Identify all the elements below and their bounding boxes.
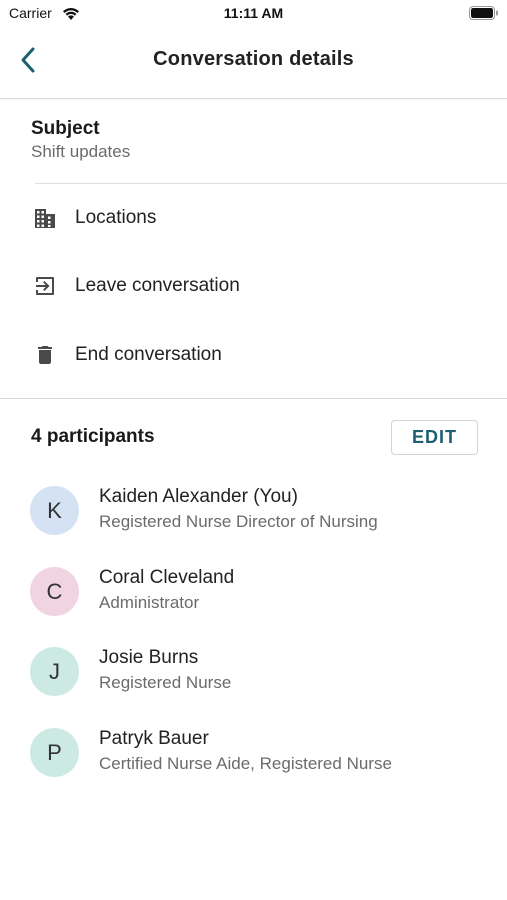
nav-header: Conversation details — [0, 28, 507, 99]
locations-label: Locations — [75, 207, 157, 228]
avatar: C — [30, 567, 79, 616]
participant-row[interactable]: K Kaiden Alexander (You) Registered Nurse … — [0, 480, 507, 560]
page-title: Conversation details — [153, 48, 354, 70]
status-bar: Carrier 11:11 AM — [0, 0, 507, 28]
participant-role: Registered Nurse — [99, 673, 232, 692]
end-conversation-label: End conversation — [75, 344, 222, 365]
divider — [35, 183, 507, 184]
leave-conversation-row[interactable]: Leave conversation — [0, 258, 507, 314]
leave-conversation-label: Leave conversation — [75, 275, 240, 296]
participant-row[interactable]: J Josie Burns Registered Nurse — [0, 641, 507, 721]
participant-name: Patryk Bauer — [99, 728, 209, 749]
battery-icon — [469, 6, 499, 20]
end-conversation-row[interactable]: End conversation — [0, 327, 507, 383]
participant-name: Kaiden Alexander (You) — [99, 486, 298, 507]
avatar: P — [30, 728, 79, 777]
participant-name: Josie Burns — [99, 647, 199, 668]
participants-count: 4 participants — [31, 426, 155, 447]
locations-row[interactable]: Locations — [0, 190, 507, 246]
participant-row[interactable]: C Coral Cleveland Administrator — [0, 561, 507, 641]
participant-role: Registered Nurse Director of Nursing — [99, 512, 378, 531]
avatar: J — [30, 647, 79, 696]
status-time: 11:11 AM — [223, 5, 284, 21]
subject-label: Subject — [31, 118, 100, 139]
participant-role: Administrator — [99, 593, 200, 612]
edit-participants-button[interactable]: EDIT — [391, 420, 478, 455]
participant-row[interactable]: P Patryk Bauer Certified Nurse Aide, Regis… — [0, 722, 507, 802]
subject-value: Shift updates — [31, 142, 131, 161]
subject-section: Subject Shift updates — [31, 117, 130, 163]
exit-icon — [33, 274, 57, 298]
participant-name: Coral Cleveland — [99, 567, 235, 588]
divider — [0, 398, 507, 399]
avatar: K — [30, 486, 79, 535]
participant-role: Certified Nurse Aide, Registered Nurse — [99, 754, 392, 773]
trash-icon — [33, 343, 57, 367]
building-icon — [33, 206, 57, 230]
